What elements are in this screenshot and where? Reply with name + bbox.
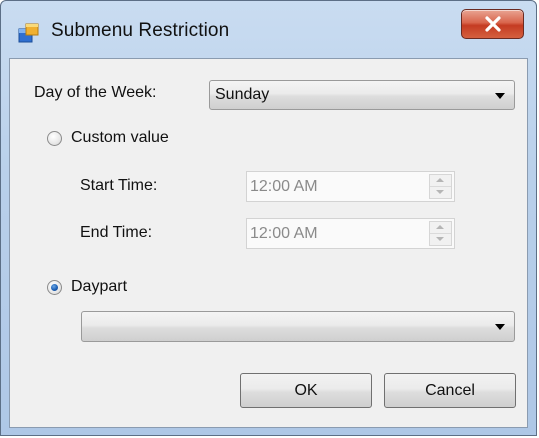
start-time-field[interactable]: 12:00 AM (246, 171, 455, 202)
day-of-week-label: Day of the Week: (34, 84, 157, 101)
daypart-radio[interactable] (47, 280, 62, 295)
dialog-window: Submenu Restriction Day of the Week: Sun… (0, 0, 537, 436)
window-title: Submenu Restriction (51, 20, 230, 41)
start-time-spinner[interactable] (429, 174, 452, 199)
start-time-value: 12:00 AM (250, 178, 318, 195)
end-time-value: 12:00 AM (250, 225, 318, 242)
day-of-week-value: Sunday (215, 86, 270, 103)
day-of-week-select[interactable]: Sunday (209, 80, 515, 110)
title-bar[interactable]: Submenu Restriction (1, 1, 536, 53)
start-time-label: Start Time: (80, 177, 158, 194)
spin-up-icon[interactable] (430, 175, 451, 187)
chevron-down-icon (495, 93, 505, 99)
close-icon (485, 16, 501, 32)
end-time-spinner[interactable] (429, 221, 452, 246)
app-window-icon (18, 23, 40, 45)
spin-down-icon[interactable] (430, 187, 451, 199)
cancel-button[interactable]: Cancel (384, 373, 516, 408)
end-time-label: End Time: (80, 224, 153, 241)
daypart-label: Daypart (71, 278, 128, 295)
dialog-body: Day of the Week: Sunday Custom value Sta… (9, 58, 528, 428)
custom-value-radio[interactable] (47, 131, 62, 146)
custom-value-label: Custom value (71, 129, 169, 146)
spin-down-icon[interactable] (430, 234, 451, 246)
ok-button[interactable]: OK (240, 373, 372, 408)
chevron-down-icon (495, 324, 505, 330)
end-time-field[interactable]: 12:00 AM (246, 218, 455, 249)
close-button[interactable] (461, 9, 524, 39)
daypart-select[interactable] (81, 311, 515, 342)
spin-up-icon[interactable] (430, 222, 451, 234)
